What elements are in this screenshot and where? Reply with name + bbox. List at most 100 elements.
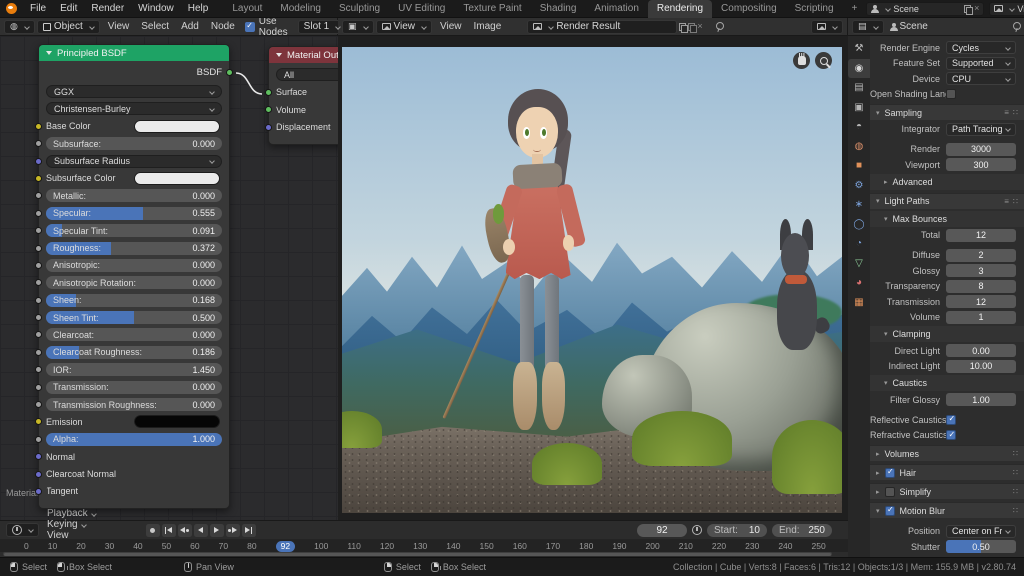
timeline-scrollbar[interactable]	[3, 552, 832, 556]
node-header[interactable]: Principled BSDF	[39, 45, 229, 61]
node-input-socket[interactable]	[35, 297, 42, 304]
node-input-socket[interactable]	[35, 366, 42, 373]
workspace-tab[interactable]: Sculpting	[330, 0, 389, 18]
shader-menu-item[interactable]: Node	[205, 21, 241, 32]
property-row[interactable]: Shutter 0.50	[870, 540, 1016, 554]
property-row[interactable]: Transparency 8	[870, 279, 1016, 293]
workspace-tab[interactable]: Modeling	[271, 0, 330, 18]
workspace-tab[interactable]: Compositing	[712, 0, 786, 18]
unlink-icon[interactable]: ×	[697, 22, 702, 31]
node-property-row[interactable]: Subsurface: 0.000	[46, 137, 222, 150]
new-copy-icon[interactable]	[964, 5, 971, 13]
node-property-row[interactable]: IOR: 1.450	[46, 363, 222, 376]
node-property-row[interactable]: Christensen-Burley	[46, 102, 222, 115]
timeline-editor[interactable]: PlaybackKeyingViewMarker 92 Start:10 End…	[0, 520, 848, 557]
use-nodes-checkbox[interactable]	[245, 22, 255, 32]
frame-tick[interactable]: 170	[546, 540, 560, 552]
node-input-socket[interactable]	[35, 175, 42, 182]
property-row[interactable]: Caustics ≡∷	[870, 375, 1024, 391]
play-button[interactable]	[210, 524, 224, 537]
property-row[interactable]: Total 12	[870, 228, 1016, 242]
image-menu-item[interactable]: Image	[468, 21, 508, 32]
texture[interactable]: ▦	[848, 293, 870, 313]
prev-keyframe-button[interactable]	[178, 524, 192, 537]
zoom-view-button[interactable]	[815, 52, 832, 69]
node-property-row[interactable]: Sheen Tint: 0.500	[46, 311, 222, 324]
output[interactable]: ▤	[848, 78, 870, 98]
property-row[interactable]: Render Engine Cycles	[870, 41, 1016, 55]
property-row[interactable]: Sampling ≡∷	[870, 104, 1024, 120]
frame-tick[interactable]: 230	[745, 540, 759, 552]
property-row[interactable]: Motion Blur ≡∷	[870, 502, 1024, 518]
property-row[interactable]: Volumes ≡∷	[870, 445, 1024, 461]
node-input-socket[interactable]	[35, 418, 42, 425]
checkbox[interactable]	[946, 430, 956, 440]
grip-icon[interactable]: ∷	[1013, 197, 1018, 206]
current-frame-field[interactable]: 92	[637, 524, 687, 537]
close-icon[interactable]: ×	[974, 4, 979, 13]
frame-tick[interactable]: 80	[247, 540, 256, 552]
frame-tick[interactable]: 30	[105, 540, 114, 552]
node-property-row[interactable]: Transmission Roughness: 0.000	[46, 398, 222, 411]
next-keyframe-button[interactable]	[226, 524, 240, 537]
node-input-socket[interactable]	[35, 262, 42, 269]
grip-icon[interactable]: ∷	[1013, 108, 1018, 117]
material[interactable]: ◕	[848, 273, 870, 293]
frame-tick[interactable]: 110	[347, 540, 361, 552]
node-property-row[interactable]: Alpha: 1.000	[46, 433, 222, 446]
shader-mode-selector[interactable]: Object	[37, 20, 100, 34]
frame-tick[interactable]: 250	[812, 540, 826, 552]
node-input-socket[interactable]	[35, 279, 42, 286]
node-input-socket[interactable]	[265, 124, 272, 131]
frame-tick[interactable]: 92	[276, 541, 295, 552]
frame-tick[interactable]: 150	[480, 540, 494, 552]
frame-tick[interactable]: 50	[162, 540, 171, 552]
display-channels-selector[interactable]	[811, 20, 843, 34]
shader-menu-item[interactable]: Select	[135, 21, 175, 32]
image-datablock-selector[interactable]: Render Result	[527, 20, 677, 34]
color-swatch[interactable]	[134, 415, 220, 428]
node-property-row[interactable]: Specular: 0.555	[46, 207, 222, 220]
view-layer[interactable]: ▣	[848, 98, 870, 118]
principled-bsdf-node[interactable]: Principled BSDF BSDF GGX	[38, 44, 230, 509]
node-input-socket[interactable]	[35, 471, 42, 478]
grip-icon[interactable]: ∷	[1013, 506, 1018, 515]
frame-tick[interactable]: 240	[778, 540, 792, 552]
menu-item[interactable]: Edit	[53, 3, 84, 14]
frame-tick[interactable]: 20	[76, 540, 85, 552]
object-data[interactable]: ▽	[848, 254, 870, 274]
node-property-row[interactable]: Transmission: 0.000	[46, 381, 222, 394]
frame-tick[interactable]: 130	[413, 540, 427, 552]
node-input-row[interactable]: Surface	[276, 86, 338, 99]
node-input-socket[interactable]	[35, 453, 42, 460]
node-header[interactable]: Material Output	[269, 47, 338, 63]
property-row[interactable]: Render 3000	[870, 142, 1016, 156]
presets-menu-icon[interactable]: ≡	[1004, 197, 1009, 206]
node-property-row[interactable]: GGX	[46, 85, 222, 98]
shader-menu-item[interactable]: Add	[175, 21, 205, 32]
node-property-row[interactable]: Roughness: 0.372	[46, 242, 222, 255]
scene[interactable]: ◓	[848, 117, 870, 137]
frame-tick[interactable]: 10	[48, 540, 57, 552]
property-row[interactable]: Reflective Caustics	[870, 413, 1016, 427]
node-input-socket[interactable]	[265, 106, 272, 113]
play-reverse-button[interactable]	[194, 524, 208, 537]
frame-tick[interactable]: 100	[314, 540, 328, 552]
frame-tick[interactable]: 220	[712, 540, 726, 552]
node-input-socket[interactable]	[35, 436, 42, 443]
property-row[interactable]: Viewport 300	[870, 158, 1016, 172]
property-row[interactable]: Glossy 3	[870, 264, 1016, 278]
node-property-row[interactable]: Metallic: 0.000	[46, 189, 222, 202]
world[interactable]: ◍	[848, 137, 870, 157]
frame-tick[interactable]: 120	[380, 540, 394, 552]
blender-logo-icon[interactable]	[6, 3, 17, 14]
property-row[interactable]: Max Bounces ≡∷	[870, 211, 1024, 227]
use-nodes-toggle[interactable]: Use Nodes	[245, 16, 288, 38]
frame-start-field[interactable]: Start:10	[707, 524, 767, 537]
property-row[interactable]: Hair ≡∷	[870, 464, 1024, 480]
workspace-tab[interactable]: Scripting	[786, 0, 843, 18]
checkbox[interactable]	[946, 89, 956, 99]
property-row[interactable]: Indirect Light 10.00	[870, 359, 1016, 373]
frame-tick[interactable]: 0	[24, 540, 29, 552]
output-target-dropdown[interactable]: All	[276, 68, 338, 81]
